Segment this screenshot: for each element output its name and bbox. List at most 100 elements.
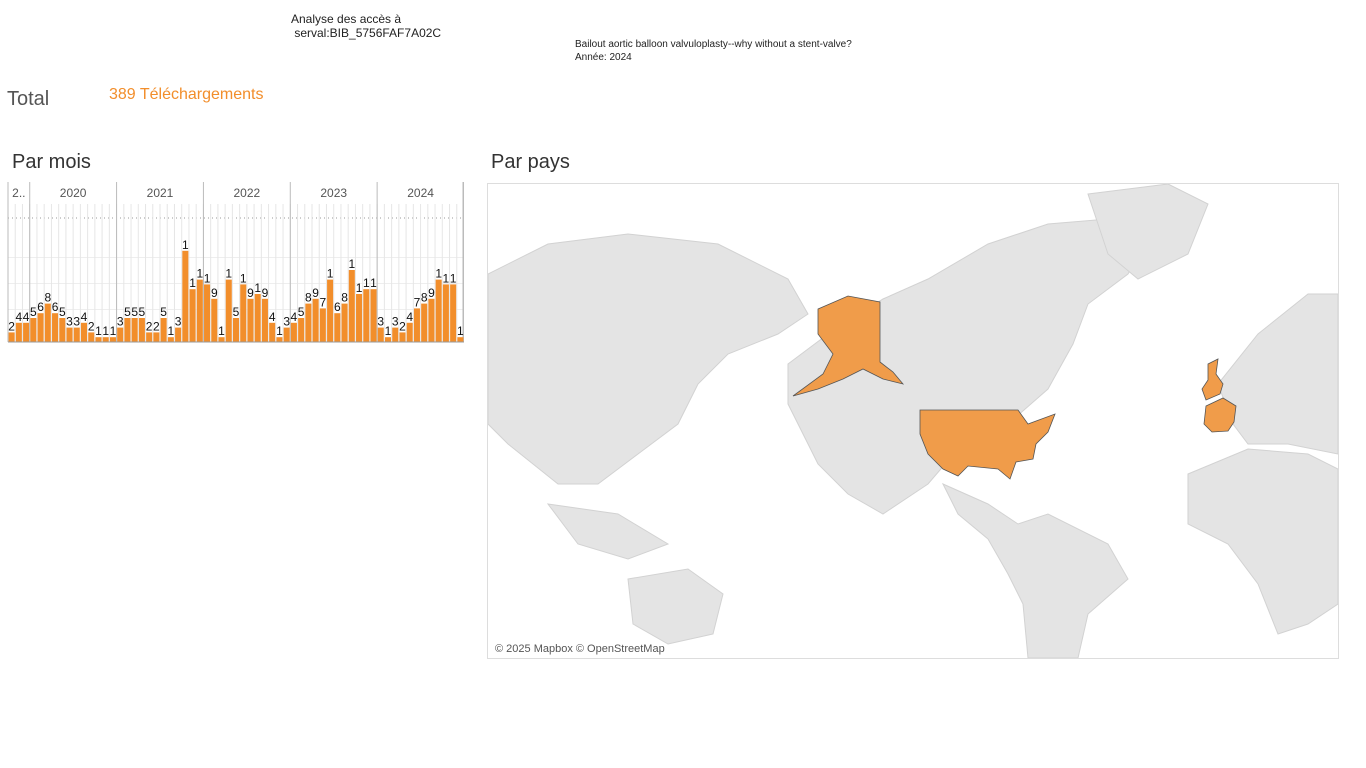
bar-value-label: 8 bbox=[341, 291, 348, 305]
bar-value-label: 3 bbox=[175, 315, 182, 329]
month-bar[interactable] bbox=[399, 332, 406, 342]
bar-value-label: 2 bbox=[153, 319, 160, 333]
month-bar[interactable] bbox=[73, 327, 80, 342]
month-bar[interactable] bbox=[356, 294, 363, 342]
month-bar[interactable] bbox=[131, 318, 138, 342]
month-bar[interactable] bbox=[428, 298, 435, 342]
month-bar[interactable] bbox=[406, 322, 413, 342]
country-section-title: Par pays bbox=[491, 151, 570, 173]
month-bar[interactable] bbox=[182, 250, 189, 342]
month-bar[interactable] bbox=[319, 308, 326, 342]
month-bar[interactable] bbox=[377, 327, 384, 342]
month-bar[interactable] bbox=[146, 332, 153, 342]
month-bar[interactable] bbox=[283, 327, 290, 342]
landmass-asia bbox=[488, 233, 809, 485]
month-bar[interactable] bbox=[363, 289, 370, 342]
month-bar[interactable] bbox=[23, 322, 30, 342]
month-bar[interactable] bbox=[254, 294, 261, 342]
bar-value-label: 9 bbox=[312, 286, 319, 300]
month-bar[interactable] bbox=[341, 303, 348, 342]
month-bar[interactable] bbox=[117, 327, 124, 342]
month-bar[interactable] bbox=[450, 284, 457, 342]
month-bar[interactable] bbox=[290, 322, 297, 342]
month-bar[interactable] bbox=[66, 327, 73, 342]
bar-value-label: 1 bbox=[370, 276, 377, 290]
bar-value-label: 1 bbox=[450, 271, 457, 285]
bar-value-label: 1 bbox=[218, 324, 225, 338]
bar-value-label: 1 bbox=[457, 324, 464, 338]
bar-value-label: 1 bbox=[348, 257, 355, 271]
country-france[interactable] bbox=[1203, 397, 1237, 433]
month-bar[interactable] bbox=[8, 332, 15, 342]
month-bar[interactable] bbox=[189, 289, 196, 342]
month-bar[interactable] bbox=[59, 318, 66, 342]
month-bar[interactable] bbox=[240, 284, 247, 342]
month-bar[interactable] bbox=[160, 318, 167, 342]
country-map[interactable]: © 2025 Mapbox © OpenStreetMap bbox=[487, 183, 1339, 659]
month-bar[interactable] bbox=[211, 298, 218, 342]
year-label: 2022 bbox=[234, 186, 261, 200]
map-attribution[interactable]: © 2025 Mapbox © OpenStreetMap bbox=[495, 643, 665, 655]
world-map-canvas[interactable] bbox=[488, 184, 1338, 658]
bar-value-label: 1 bbox=[356, 281, 363, 295]
bar-value-label: 1 bbox=[240, 271, 247, 285]
month-bar[interactable] bbox=[413, 308, 420, 342]
month-bar[interactable] bbox=[334, 313, 341, 342]
country-united-kingdom[interactable] bbox=[1201, 358, 1224, 401]
bar-value-label: 6 bbox=[334, 300, 341, 314]
bar-value-label: 4 bbox=[23, 310, 30, 324]
month-bar[interactable] bbox=[298, 318, 305, 342]
landmass-south-america bbox=[941, 482, 1129, 658]
month-bar[interactable] bbox=[138, 318, 145, 342]
month-bar[interactable] bbox=[327, 279, 334, 342]
month-bar[interactable] bbox=[232, 318, 240, 342]
month-bar[interactable] bbox=[269, 322, 276, 342]
bar-value-label: 1 bbox=[225, 267, 232, 281]
bar-value-label: 5 bbox=[131, 305, 138, 319]
landmass-europe bbox=[1217, 293, 1338, 455]
month-bar[interactable] bbox=[175, 327, 182, 342]
document-info: Bailout aortic balloon valvuloplasty--wh… bbox=[575, 38, 852, 64]
bar-value-label: 3 bbox=[392, 315, 399, 329]
month-bar[interactable] bbox=[261, 298, 268, 342]
month-bar[interactable] bbox=[15, 322, 22, 342]
bar-value-label: 1 bbox=[189, 276, 196, 290]
month-bar[interactable] bbox=[312, 298, 319, 342]
year-label: 2.. bbox=[12, 186, 25, 200]
month-bar[interactable] bbox=[30, 318, 37, 342]
bar-value-label: 1 bbox=[196, 267, 203, 281]
total-downloads-value: 389 Téléchargements bbox=[109, 86, 264, 103]
bar-value-label: 8 bbox=[44, 291, 51, 305]
month-bar[interactable] bbox=[435, 279, 442, 342]
bar-value-label: 1 bbox=[110, 324, 117, 338]
year-label: 2023 bbox=[320, 186, 347, 200]
bar-value-label: 3 bbox=[283, 315, 290, 329]
bar-value-label: 5 bbox=[59, 305, 66, 319]
month-bar[interactable] bbox=[44, 303, 51, 342]
document-title: Bailout aortic balloon valvuloplasty--wh… bbox=[575, 39, 852, 50]
monthly-downloads-chart[interactable]: 2..2020202120222023202420252445686533421… bbox=[6, 182, 464, 344]
month-bar[interactable] bbox=[37, 313, 44, 342]
month-bar[interactable] bbox=[348, 270, 355, 342]
month-bar[interactable] bbox=[305, 303, 312, 342]
month-bar[interactable] bbox=[204, 284, 211, 342]
month-bar[interactable] bbox=[196, 279, 203, 342]
bar-value-label: 9 bbox=[211, 286, 218, 300]
month-bar[interactable] bbox=[88, 332, 95, 342]
month-bar[interactable] bbox=[52, 313, 59, 342]
bar-value-label: 6 bbox=[37, 300, 44, 314]
bar-value-label: 4 bbox=[291, 310, 298, 324]
month-bar[interactable] bbox=[370, 289, 377, 342]
month-bar[interactable] bbox=[247, 298, 254, 342]
bar-value-label: 7 bbox=[414, 295, 421, 309]
month-bar[interactable] bbox=[153, 332, 160, 342]
month-bar[interactable] bbox=[225, 279, 232, 342]
bar-value-label: 3 bbox=[117, 315, 124, 329]
month-bar[interactable] bbox=[392, 327, 399, 342]
bar-value-label: 1 bbox=[102, 324, 109, 338]
landmass-southeast-asia bbox=[546, 503, 670, 560]
month-bar[interactable] bbox=[80, 322, 88, 342]
month-bar[interactable] bbox=[124, 318, 131, 342]
month-bar[interactable] bbox=[442, 284, 449, 342]
month-bar[interactable] bbox=[421, 303, 428, 342]
